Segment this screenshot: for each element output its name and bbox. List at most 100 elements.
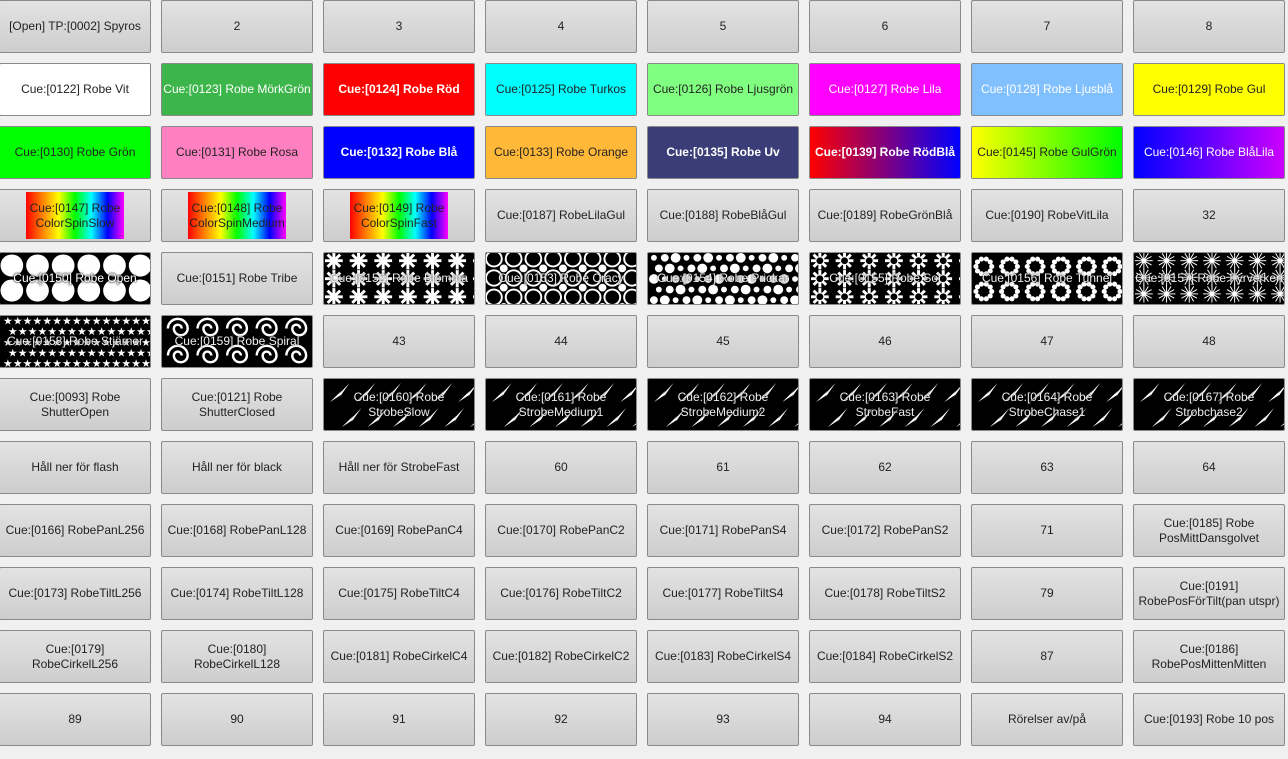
touch-button-r3-c6[interactable]: Cue:[0139] Robe RödBlå [809,126,961,179]
touch-button-r4-c4[interactable]: Cue:[0187] RobeLilaGul [485,189,637,242]
touch-button-r10-c2[interactable]: Cue:[0174] RobeTiltL128 [161,567,313,620]
touch-button-r7-c1[interactable]: Cue:[0093] Robe ShutterOpen [0,378,151,431]
touch-button-r12-c3[interactable]: 91 [323,693,475,746]
touch-button-r12-c5[interactable]: 93 [647,693,799,746]
touch-button-r1-c5[interactable]: 5 [647,0,799,53]
touch-button-r10-c8[interactable]: Cue:[0191] RobePosFörTilt(pan utspr) [1133,567,1285,620]
touch-button-r7-c4[interactable]: Cue:[0161] Robe StrobeMedium1 [485,378,637,431]
touch-button-r8-c7[interactable]: 63 [971,441,1123,494]
touch-button-r11-c4[interactable]: Cue:[0182] RobeCirkelC2 [485,630,637,683]
touch-button-r10-c1[interactable]: Cue:[0173] RobeTiltL256 [0,567,151,620]
touch-button-r2-c8[interactable]: Cue:[0129] Robe Gul [1133,63,1285,116]
touch-button-r6-c8[interactable]: 48 [1133,315,1285,368]
touch-button-r5-c3[interactable]: Cue:[0152] Robe Blomma [323,252,475,305]
touch-button-r6-c6[interactable]: 46 [809,315,961,368]
touch-button-r1-c4[interactable]: 4 [485,0,637,53]
touch-button-r2-c1[interactable]: Cue:[0122] Robe Vit [0,63,151,116]
touch-button-label: Cue:[0191] RobePosFörTilt(pan utspr) [1138,578,1280,608]
touch-button-label: 79 [1040,586,1054,600]
touch-button-r1-c6[interactable]: 6 [809,0,961,53]
touch-button-r11-c5[interactable]: Cue:[0183] RobeCirkelS4 [647,630,799,683]
touch-button-r12-c6[interactable]: 94 [809,693,961,746]
touch-button-r6-c4[interactable]: 44 [485,315,637,368]
touch-button-r7-c5[interactable]: Cue:[0162] Robe StrobeMedium2 [647,378,799,431]
touch-button-r8-c6[interactable]: 62 [809,441,961,494]
touch-button-r2-c5[interactable]: Cue:[0126] Robe Ljusgrön [647,63,799,116]
touch-button-r8-c2[interactable]: Håll ner för black [161,441,313,494]
touch-button-r9-c2[interactable]: Cue:[0168] RobePanL128 [161,504,313,557]
touch-button-r1-c8[interactable]: 8 [1133,0,1285,53]
touch-button-r8-c4[interactable]: 60 [485,441,637,494]
touch-button-r3-c1[interactable]: Cue:[0130] Robe Grön [0,126,151,179]
touch-button-r1-c1[interactable]: [Open] TP:[0002] Spyros [0,0,151,53]
touch-button-r2-c7[interactable]: Cue:[0128] Robe Ljusblå [971,63,1123,116]
touch-button-r8-c8[interactable]: 64 [1133,441,1285,494]
touch-button-r1-c2[interactable]: 2 [161,0,313,53]
touch-button-r7-c7[interactable]: Cue:[0164] Robe StrobeChase1 [971,378,1123,431]
touch-button-r10-c6[interactable]: Cue:[0178] RobeTiltS2 [809,567,961,620]
touch-button-r3-c7[interactable]: Cue:[0145] Robe GulGrön [971,126,1123,179]
touch-button-r8-c3[interactable]: Håll ner för StrobeFast [323,441,475,494]
touch-button-r4-c6[interactable]: Cue:[0189] RobeGrönBlå [809,189,961,242]
touch-button-r5-c1[interactable]: Cue:[0150] Robe Open [0,252,151,305]
touch-button-r11-c7[interactable]: 87 [971,630,1123,683]
touch-button-r11-c8[interactable]: Cue:[0186] RobePosMittenMitten [1133,630,1285,683]
touch-button-r9-c1[interactable]: Cue:[0166] RobePanL256 [0,504,151,557]
touch-button-r6-c3[interactable]: 43 [323,315,475,368]
touch-button-r5-c5[interactable]: Cue:[0154] Robe Prickar [647,252,799,305]
touch-button-r9-c3[interactable]: Cue:[0169] RobePanC4 [323,504,475,557]
touch-button-r9-c4[interactable]: Cue:[0170] RobePanC2 [485,504,637,557]
touch-button-r3-c5[interactable]: Cue:[0135] Robe Uv [647,126,799,179]
touch-button-r4-c2[interactable]: Cue:[0148] Robe ColorSpinMedium [161,189,313,242]
touch-button-r3-c4[interactable]: Cue:[0133] Robe Orange [485,126,637,179]
touch-button-r4-c7[interactable]: Cue:[0190] RobeVitLila [971,189,1123,242]
touch-button-r12-c2[interactable]: 90 [161,693,313,746]
touch-button-r10-c7[interactable]: 79 [971,567,1123,620]
touch-button-r5-c8[interactable]: Cue:[0157] Robe Fyrverkeri [1133,252,1285,305]
touch-button-r5-c2[interactable]: Cue:[0151] Robe Tribe [161,252,313,305]
touch-button-r7-c6[interactable]: Cue:[0163] Robe StrobeFast [809,378,961,431]
touch-button-r10-c5[interactable]: Cue:[0177] RobeTiltS4 [647,567,799,620]
touch-button-r5-c7[interactable]: Cue:[0156] Robe Tunnel [971,252,1123,305]
touch-button-r8-c1[interactable]: Håll ner för flash [0,441,151,494]
touch-button-r4-c3[interactable]: Cue:[0149] Robe ColorSpinFast [323,189,475,242]
touch-button-r6-c1[interactable]: ★ ★ ★ ★ ★ ★ ★ ★ ★ ★ ★ ★ ★ ★ ★ ★ ★ ★ ★ ★ ★ ★ ★ ★ ★ ★ ★ ★ ★ ★ ★ ★ ★ ★ ★ ★ ★ ★ ★ ★… [0,315,151,368]
touch-button-r2-c2[interactable]: Cue:[0123] Robe MörkGrön [161,63,313,116]
touch-button-r12-c7[interactable]: Rörelser av/på [971,693,1123,746]
touch-button-r1-c7[interactable]: 7 [971,0,1123,53]
touch-button-r4-c5[interactable]: Cue:[0188] RobeBlåGul [647,189,799,242]
touch-button-r7-c2[interactable]: Cue:[0121] Robe ShutterClosed [161,378,313,431]
touch-button-r2-c4[interactable]: Cue:[0125] Robe Turkos [485,63,637,116]
touch-button-r12-c8[interactable]: Cue:[0193] Robe 10 pos [1133,693,1285,746]
touch-button-r3-c2[interactable]: Cue:[0131] Robe Rosa [161,126,313,179]
touch-button-r11-c3[interactable]: Cue:[0181] RobeCirkelC4 [323,630,475,683]
touch-button-label: 4 [557,19,565,33]
touch-button-r9-c8[interactable]: Cue:[0185] Robe PosMittDansgolvet [1133,504,1285,557]
touch-button-r2-c6[interactable]: Cue:[0127] Robe Lila [809,63,961,116]
touch-button-r7-c3[interactable]: Cue:[0160] Robe StrobeSlow [323,378,475,431]
touch-button-r5-c6[interactable]: Cue:[0155] Robe Sol [809,252,961,305]
touch-button-r11-c2[interactable]: Cue:[0180] RobeCirkelL128 [161,630,313,683]
touch-button-r12-c4[interactable]: 92 [485,693,637,746]
touch-button-r9-c6[interactable]: Cue:[0172] RobePanS2 [809,504,961,557]
svg-text:★: ★ [72,357,82,367]
touch-button-r10-c3[interactable]: Cue:[0175] RobeTiltC4 [323,567,475,620]
touch-button-r4-c1[interactable]: Cue:[0147] Robe ColorSpinSlow [0,189,151,242]
touch-button-r10-c4[interactable]: Cue:[0176] RobeTiltC2 [485,567,637,620]
touch-button-r1-c3[interactable]: 3 [323,0,475,53]
touch-button-r9-c7[interactable]: 71 [971,504,1123,557]
touch-button-r6-c2[interactable]: Cue:[0159] Robe Spiral [161,315,313,368]
touch-button-r6-c7[interactable]: 47 [971,315,1123,368]
touch-button-r5-c4[interactable]: Cue:[0153] Robe Cracy [485,252,637,305]
touch-button-r9-c5[interactable]: Cue:[0171] RobePanS4 [647,504,799,557]
touch-button-r3-c3[interactable]: Cue:[0132] Robe Blå [323,126,475,179]
touch-button-r11-c1[interactable]: Cue:[0179] RobeCirkelL256 [0,630,151,683]
touch-button-r8-c5[interactable]: 61 [647,441,799,494]
touch-button-r12-c1[interactable]: 89 [0,693,151,746]
touch-button-r3-c8[interactable]: Cue:[0146] Robe BlåLila [1133,126,1285,179]
touch-button-r7-c8[interactable]: Cue:[0167] Robe Strobchase2 [1133,378,1285,431]
touch-button-r11-c6[interactable]: Cue:[0184] RobeCirkelS2 [809,630,961,683]
touch-button-r4-c8[interactable]: 32 [1133,189,1285,242]
touch-button-r6-c5[interactable]: 45 [647,315,799,368]
touch-button-r2-c3[interactable]: Cue:[0124] Robe Röd [323,63,475,116]
